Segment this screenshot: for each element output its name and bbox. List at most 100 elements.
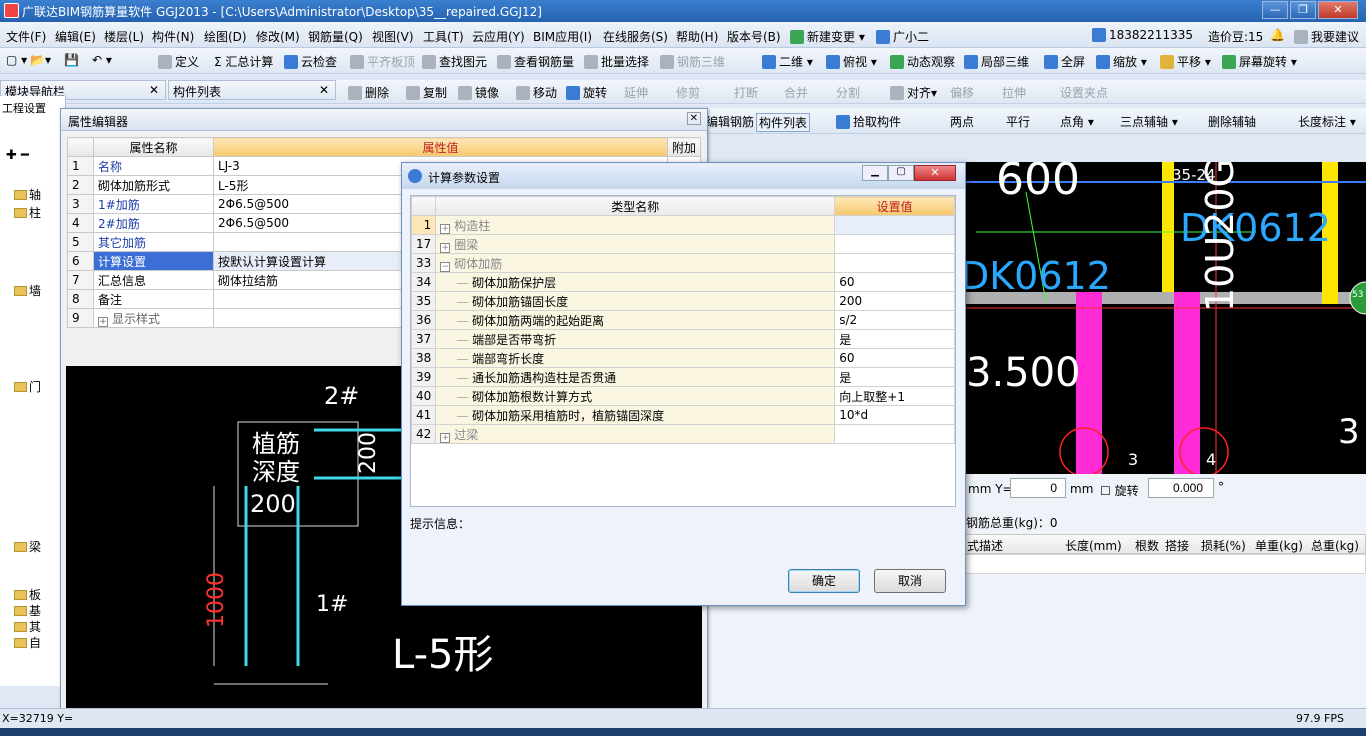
param-row[interactable]: 39— 通长加筋遇构造柱是否贯通是: [411, 367, 955, 387]
param-row[interactable]: 38— 端部弯折长度 60: [411, 348, 955, 368]
tree-item-wall[interactable]: 墙: [14, 282, 41, 299]
menu-rebar[interactable]: 钢筋量(Q): [308, 28, 363, 45]
pan-dropdown[interactable]: 平移 ▾: [1160, 53, 1211, 70]
minimize-button[interactable]: —: [1262, 1, 1288, 19]
extend-button[interactable]: 延伸: [624, 84, 648, 101]
menu-file[interactable]: 文件(F): [6, 28, 46, 45]
dialog-minimize-button[interactable]: ▁: [862, 165, 888, 181]
component-list-button[interactable]: 构件列表: [756, 113, 811, 132]
find-element-button[interactable]: 查找图元: [422, 53, 487, 70]
length-dimension-dropdown[interactable]: 长度标注 ▾: [1298, 113, 1356, 130]
maximize-button[interactable]: ❐: [1290, 1, 1316, 19]
feedback-link[interactable]: 我要建议: [1294, 28, 1359, 45]
param-row[interactable]: 37— 端部是否带弯折是: [411, 329, 955, 349]
split-button[interactable]: 分割: [836, 84, 860, 101]
ok-button[interactable]: 确定: [788, 569, 860, 593]
parallel-button[interactable]: 平行: [1006, 113, 1030, 130]
param-row[interactable]: 17 + 圈梁: [411, 234, 955, 254]
tree-item-other[interactable]: 其: [14, 618, 41, 635]
fullscreen-button[interactable]: 全屏: [1044, 53, 1085, 70]
copy-button[interactable]: 复制: [406, 84, 447, 101]
param-row[interactable]: 40— 砌体加筋根数计算方式 向上取整+1: [411, 386, 955, 406]
edit-rebar-button[interactable]: 编辑钢筋: [706, 113, 754, 130]
param-row[interactable]: 42 + 过梁: [411, 424, 955, 444]
new-file-icon[interactable]: ▢ ▾: [6, 53, 27, 67]
local-3d-button[interactable]: 局部三维: [964, 53, 1029, 70]
trim-button[interactable]: 修剪: [676, 84, 700, 101]
flush-slab-button[interactable]: 平齐板顶: [350, 53, 415, 70]
param-value[interactable]: 60: [834, 272, 955, 292]
view-rebar-button[interactable]: 查看钢筋量: [497, 53, 574, 70]
menu-component[interactable]: 构件(N): [152, 28, 194, 45]
project-settings-tab[interactable]: 工程设置: [2, 100, 46, 116]
menu-cloud[interactable]: 云应用(Y): [472, 28, 525, 45]
dialog-maximize-button[interactable]: ▢: [888, 165, 914, 181]
tree-item-column[interactable]: 柱: [14, 204, 41, 221]
screen-rotate-dropdown[interactable]: 屏幕旋转 ▾: [1222, 53, 1297, 70]
collapse-icon[interactable]: −: [440, 261, 451, 272]
menu-draw[interactable]: 绘图(D): [204, 28, 247, 45]
account-phone[interactable]: 18382211335: [1092, 28, 1193, 42]
point-angle-dropdown[interactable]: 点角 ▾: [1060, 113, 1094, 130]
tree-item-axis[interactable]: 轴: [14, 186, 41, 203]
pick-component-button[interactable]: 拾取构件: [836, 113, 901, 130]
menu-view[interactable]: 视图(V): [372, 28, 414, 45]
two-point-button[interactable]: 两点: [950, 113, 974, 130]
menu-new-change[interactable]: 新建变更 ▾: [790, 28, 865, 45]
menu-online[interactable]: 在线服务(S): [603, 28, 668, 45]
menu-floor[interactable]: 楼层(L): [104, 28, 144, 45]
top-view-dropdown[interactable]: 俯视 ▾: [826, 53, 877, 70]
param-row[interactable]: 36— 砌体加筋两端的起始距离 s/2: [411, 310, 955, 330]
grip-button[interactable]: 设置夹点: [1060, 84, 1108, 101]
rotate-checkbox[interactable]: ☐ 旋转: [1100, 482, 1139, 499]
menu-modify[interactable]: 修改(M): [256, 28, 300, 45]
offset-button[interactable]: 偏移: [950, 84, 974, 101]
param-value[interactable]: [834, 424, 955, 444]
menu-edit[interactable]: 编辑(E): [55, 28, 96, 45]
define-button[interactable]: 定义: [158, 53, 199, 70]
view-2d-dropdown[interactable]: 二维 ▾: [762, 53, 813, 70]
expand-icon[interactable]: +: [440, 223, 451, 234]
stretch-button[interactable]: 拉伸: [1002, 84, 1026, 101]
expand-icon[interactable]: +: [440, 242, 451, 253]
bell-icon[interactable]: 🔔: [1270, 28, 1285, 42]
param-row[interactable]: 33− 砌体加筋: [411, 253, 955, 273]
rotate-angle-input[interactable]: [1148, 478, 1214, 498]
menu-version[interactable]: 版本号(B): [727, 28, 781, 45]
tree-item-beam[interactable]: 梁: [14, 538, 41, 555]
expand-icon[interactable]: +: [98, 316, 108, 327]
tree-item-foundation[interactable]: 基: [14, 602, 41, 619]
param-value[interactable]: [834, 253, 955, 273]
summary-calc-button[interactable]: Σ 汇总计算: [214, 53, 273, 70]
zoom-dropdown[interactable]: 缩放 ▾: [1096, 53, 1147, 70]
param-row[interactable]: 35— 砌体加筋锚固长度 200: [411, 291, 955, 311]
dialog-close-button[interactable]: ✕: [914, 165, 956, 181]
param-value[interactable]: 200: [834, 291, 955, 311]
move-button[interactable]: 移动: [516, 84, 557, 101]
param-value[interactable]: 是: [834, 329, 955, 349]
param-row[interactable]: 1 + 构造柱: [411, 215, 955, 235]
merge-button[interactable]: 合并: [784, 84, 808, 101]
batch-select-button[interactable]: 批量选择: [584, 53, 649, 70]
menu-bim[interactable]: BIM应用(I): [533, 28, 592, 45]
close-button[interactable]: ✕: [1318, 1, 1358, 19]
menu-help[interactable]: 帮助(H): [676, 28, 718, 45]
param-value[interactable]: 是: [834, 367, 955, 387]
dynamic-view-button[interactable]: 动态观察: [890, 53, 955, 70]
y-input[interactable]: [1010, 478, 1066, 498]
rebar-3d-button[interactable]: 钢筋三维: [660, 53, 725, 70]
menu-tools[interactable]: 工具(T): [423, 28, 464, 45]
save-icon[interactable]: 💾: [64, 53, 79, 67]
open-file-icon[interactable]: 📂▾: [30, 53, 51, 67]
expand-collapse-icon[interactable]: ✚ ━: [6, 148, 29, 163]
param-row[interactable]: 41— 砌体加筋采用植筋时，植筋锚固深度 10*d: [411, 405, 955, 425]
panel-close-icon[interactable]: ✕: [149, 83, 159, 97]
break-button[interactable]: 打断: [734, 84, 758, 101]
menu-assistant[interactable]: 广小二: [876, 28, 929, 45]
expand-icon[interactable]: +: [440, 432, 451, 443]
close-icon[interactable]: ✕: [686, 112, 701, 125]
tree-item-custom[interactable]: 自: [14, 634, 41, 651]
param-value[interactable]: 60: [834, 348, 955, 368]
tree-item-slab[interactable]: 板: [14, 586, 41, 603]
panel-close-icon[interactable]: ✕: [319, 83, 329, 97]
